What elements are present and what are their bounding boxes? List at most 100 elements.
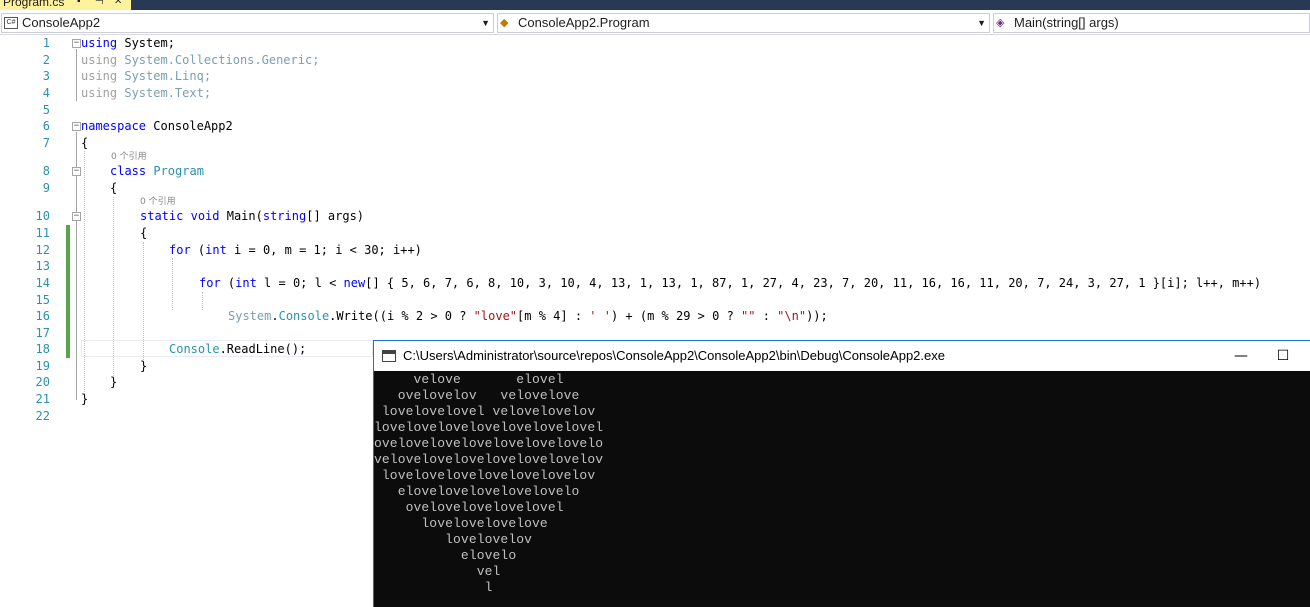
method-name: Main( — [226, 209, 263, 223]
chevron-down-icon: ▼ — [481, 18, 490, 28]
code-text: ( — [220, 276, 236, 290]
code-text: . — [271, 309, 279, 323]
line-number: 9 — [42, 181, 50, 195]
console-title: C:\Users\Administrator\source\repos\Cons… — [403, 348, 945, 363]
keyword: int — [235, 276, 257, 290]
code-line-10: static void Main(string[] args) — [140, 208, 364, 224]
console-output: velove elovel ovelovelov velovelove love… — [374, 371, 1310, 607]
document-tab-program-cs[interactable]: Program.cs ▪ ⊣ ✕ — [0, 0, 131, 10]
line-number: 13 — [35, 259, 50, 273]
code-text: System; — [117, 36, 175, 50]
keyword: using — [81, 53, 118, 67]
line-number: 20 — [35, 375, 50, 389]
maximize-button[interactable]: ☐ — [1268, 345, 1298, 367]
keyword: static — [140, 209, 184, 223]
code-line-16: System.Console.Write((i % 2 > 0 ? "love"… — [228, 308, 828, 324]
console-output-line: lovelovelovel velovelovelov — [374, 404, 596, 419]
close-icon[interactable]: ✕ — [114, 0, 122, 10]
console-output-line: elovelovelovelovelovelo — [374, 484, 580, 499]
type-dropdown-value: ConsoleApp2.Program — [518, 15, 650, 30]
pin-icon[interactable]: ⊣ — [95, 0, 104, 10]
keyword: using — [81, 86, 118, 100]
project-dropdown[interactable]: C# ConsoleApp2 ▼ — [1, 13, 494, 33]
code-line-2: using System.Collections.Generic; — [81, 52, 319, 68]
code-line-21: } — [81, 392, 89, 406]
code-text: .ReadLine(); — [219, 342, 307, 356]
keyword: string — [262, 209, 307, 223]
code-text: l = 0; l < — [256, 276, 344, 290]
console-output-line: lovelovelovelovelovelovelovel — [374, 420, 604, 435]
code-line-14: for (int l = 0; l < new[] { 5, 6, 7, 6, … — [199, 275, 1261, 291]
project-dropdown-value: ConsoleApp2 — [22, 15, 101, 30]
string-literal: "" — [741, 309, 756, 323]
class-icon: ◆ — [500, 17, 509, 29]
console-title-bar[interactable]: C:\Users\Administrator\source\repos\Cons… — [374, 340, 1310, 371]
code-text: .Write((i % 2 > 0 ? — [329, 309, 474, 323]
keyword: for — [199, 276, 221, 290]
keyword: using — [81, 36, 118, 50]
console-output-line: ovelovelovelovelovel — [374, 500, 564, 515]
line-number: 15 — [35, 293, 50, 307]
code-line-9: { — [110, 181, 118, 195]
string-literal: ' ' — [589, 309, 611, 323]
console-output-line: velovelovelovelovelovelovelov — [374, 452, 604, 467]
code-text: ) + (m % 29 > 0 ? — [610, 309, 742, 323]
code-line-19: } — [140, 359, 148, 373]
codelens-references[interactable]: 0 个引用 — [140, 197, 176, 207]
indent-guide — [202, 292, 203, 310]
string-literal: "love" — [473, 309, 518, 323]
code-text: i = 0, m = 1; i < 30; i++) — [226, 243, 422, 257]
console-output-line: elovelo — [374, 548, 517, 563]
indent-guide — [84, 151, 85, 398]
line-number: 3 — [42, 69, 50, 83]
line-number: 10 — [35, 209, 50, 223]
console-output-line: l — [374, 580, 493, 595]
member-dropdown[interactable]: ◈ Main(string[] args) — [993, 13, 1310, 33]
collapse-toggle-icon[interactable]: − — [72, 167, 81, 176]
line-number: 22 — [35, 409, 50, 423]
console-output-line: lovelovelovelovelovelovelov — [374, 468, 596, 483]
code-line-8: class Program — [110, 163, 204, 179]
code-text: [m % 4] : — [517, 309, 590, 323]
change-tracking-bar — [66, 225, 70, 358]
minimize-button[interactable]: — — [1226, 345, 1256, 367]
line-number: 7 — [42, 136, 50, 150]
code-text: ConsoleApp2 — [146, 119, 233, 133]
keyword: using — [81, 69, 118, 83]
document-tab-strip: Program.cs ▪ ⊣ ✕ — [0, 0, 1310, 10]
type-name: Console — [169, 342, 220, 356]
code-text: [] { 5, 6, 7, 6, 8, 10, 3, 10, 4, 13, 1,… — [365, 276, 1262, 290]
code-text: ( — [190, 243, 206, 257]
code-line-18: Console.ReadLine(); — [169, 341, 306, 357]
code-line-6: namespace ConsoleApp2 — [81, 118, 233, 134]
chevron-down-icon: ▼ — [977, 18, 986, 28]
line-number: 12 — [35, 243, 50, 257]
line-number: 18 — [35, 342, 50, 356]
line-number: 8 — [42, 164, 50, 178]
line-number: 16 — [35, 309, 50, 323]
collapse-toggle-icon[interactable]: − — [72, 39, 81, 48]
console-output-line: lovelovelov — [374, 532, 533, 547]
keyword: int — [205, 243, 227, 257]
code-line-12: for (int i = 0, m = 1; i < 30; i++) — [169, 242, 422, 258]
code-line-3: using System.Linq; — [81, 68, 211, 84]
line-number: 19 — [35, 359, 50, 373]
console-app-icon — [382, 350, 396, 362]
code-text: [] args) — [306, 209, 365, 223]
keyword: namespace — [81, 119, 147, 133]
code-line-20: } — [110, 375, 118, 389]
type-dropdown[interactable]: ◆ ConsoleApp2.Program ▼ — [497, 13, 990, 33]
collapse-toggle-icon[interactable]: − — [72, 122, 81, 131]
code-line-11: { — [140, 226, 148, 240]
collapse-toggle-icon[interactable]: − — [72, 212, 81, 221]
console-window[interactable]: C:\Users\Administrator\source\repos\Cons… — [373, 340, 1310, 607]
code-text: : — [755, 309, 778, 323]
console-output-line: ovelovelovelovelovelovelovelo — [374, 436, 604, 451]
codelens-references[interactable]: 0 个引用 — [111, 152, 147, 162]
pin-icon[interactable]: ▪ — [77, 0, 81, 10]
keyword: class — [110, 164, 147, 178]
outline-line — [76, 49, 77, 101]
keyword: new — [343, 276, 366, 290]
code-line-7: { — [81, 136, 89, 150]
line-number: 11 — [35, 226, 50, 240]
